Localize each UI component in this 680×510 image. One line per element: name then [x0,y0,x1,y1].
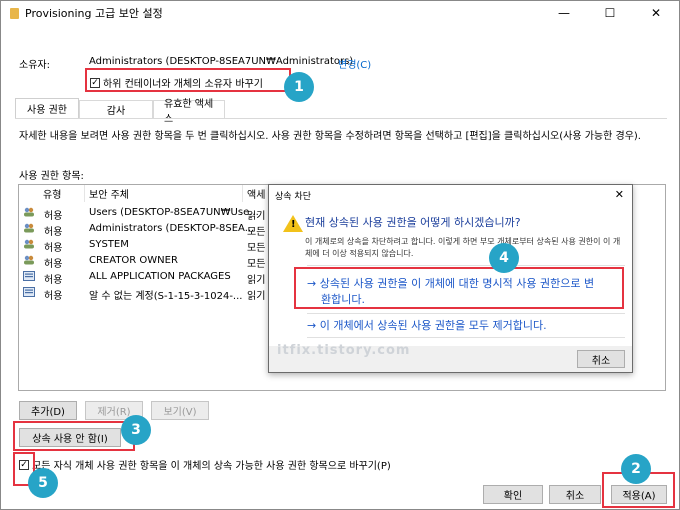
row-access: 읽기 [247,211,266,222]
row-access: 읽기 [247,275,266,286]
minimize-button[interactable]: — [541,1,587,25]
row-principal: ALL APPLICATION PACKAGES [89,271,231,282]
advanced-security-window: Provisioning 고급 보안 설정 — ☐ ✕ 소유자: Adminis… [0,0,680,510]
title-bar: Provisioning 고급 보안 설정 — ☐ ✕ [1,1,679,25]
row-type: 허용 [44,259,63,270]
description-text: 자세한 내용을 보려면 사용 권한 항목을 두 번 클릭하십시오. 사용 권한 … [19,131,641,142]
row-type: 허용 [44,275,63,286]
window-title: Provisioning 고급 보안 설정 [25,7,163,20]
dialog-title: 상속 차단 [275,191,311,202]
step-badge-3: 3 [121,415,151,445]
row-principal: Users (DESKTOP-8SEA7UN₩Use... [89,207,259,218]
ok-button[interactable]: 확인 [483,485,543,504]
add-button[interactable]: 추가(D) [19,401,77,420]
dialog-heading: 현재 상속된 사용 권한을 어떻게 하시겠습니까? [305,216,521,229]
cancel-button[interactable]: 취소 [549,485,601,504]
dialog-cancel-button[interactable]: 취소 [577,350,625,368]
view-button[interactable]: 보기(V) [151,401,209,420]
package-icon [23,287,35,297]
row-type: 허용 [44,227,63,238]
highlight-box-1 [85,68,291,92]
users-icon [23,207,35,217]
tab-strip: 사용 권한 감사 유효한 액세스 [15,98,225,125]
column-header-type[interactable]: 유형 [19,185,85,202]
row-type: 허용 [44,243,63,254]
remove-inherited-option[interactable]: → 이 개체에서 상속된 사용 권한을 모두 제거합니다. [307,318,625,334]
tab-permissions[interactable]: 사용 권한 [15,98,79,118]
owner-label: 소유자: [19,60,50,71]
row-access: 모든 [247,227,266,238]
divider [307,313,625,314]
step-badge-5: 5 [28,468,58,498]
dialog-body-text: 이 개체로의 상속을 차단하려고 합니다. 이렇게 하면 부모 개체로부터 상속… [305,237,621,258]
highlight-box-3 [13,421,135,451]
users-icon [23,255,35,265]
step-badge-4: 4 [489,243,519,273]
row-type: 허용 [44,211,63,222]
dialog-close-button[interactable]: ✕ [615,188,624,201]
close-button[interactable]: ✕ [633,1,679,25]
tab-effective-access[interactable]: 유효한 액세스 [153,99,225,125]
highlight-box-4 [294,267,624,309]
row-access: 모든 [247,259,266,270]
row-access: 읽기 [247,291,266,302]
folder-icon [10,7,19,19]
row-type: 허용 [44,291,63,302]
warning-exclamation: ! [291,219,296,230]
permission-list-label: 사용 권한 항목: [19,171,84,182]
package-icon [23,271,35,281]
tab-divider [15,118,667,119]
tab-auditing[interactable]: 감사 [79,100,153,118]
replace-child-permissions-label: 모든 자식 개체 사용 권한 항목을 이 개체의 상속 가능한 사용 권한 항목… [32,461,391,472]
row-principal: 알 수 없는 계정(S-1-15-3-1024-... [89,291,243,302]
replace-child-permissions-option[interactable]: ✓ 모든 자식 개체 사용 권한 항목을 이 개체의 상속 가능한 사용 권한 … [19,457,391,472]
row-access: 모든 [247,243,266,254]
column-header-principal[interactable]: 보안 주체 [85,185,243,202]
row-principal: Administrators (DESKTOP-8SEA... [89,223,255,234]
owner-value: Administrators (DESKTOP-8SEA7UN₩Administ… [89,56,354,67]
divider [307,265,625,266]
row-principal: CREATOR OWNER [89,255,178,266]
users-icon [23,239,35,249]
divider [307,337,625,338]
row-principal: SYSTEM [89,239,129,250]
watermark: itfix.tistory.com [277,343,411,358]
maximize-button[interactable]: ☐ [587,1,633,25]
change-owner-link[interactable]: 변경(C) [338,56,371,71]
step-badge-2: 2 [621,454,651,484]
step-badge-1: 1 [284,72,314,102]
users-icon [23,223,35,233]
